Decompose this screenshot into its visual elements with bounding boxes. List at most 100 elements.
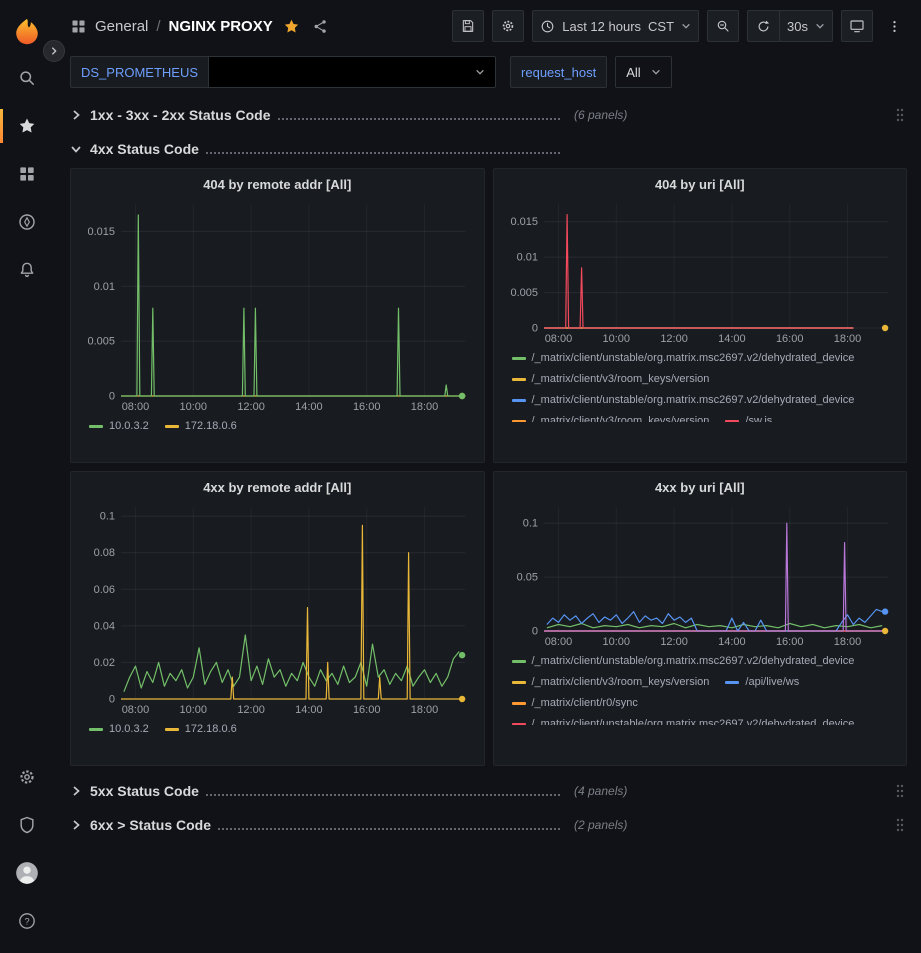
- refresh-dashboard-button[interactable]: [747, 10, 779, 42]
- dashboard-settings-button[interactable]: [492, 10, 524, 42]
- search-icon: [17, 68, 37, 88]
- panel-title[interactable]: 4xx by remote addr [All]: [79, 476, 476, 499]
- svg-text:0.02: 0.02: [94, 657, 115, 669]
- panel-title[interactable]: 404 by remote addr [All]: [79, 173, 476, 196]
- cycle-view-mode-button[interactable]: [841, 10, 873, 42]
- legend-item[interactable]: /api/live/ws: [725, 675, 799, 690]
- sidebar-item-starred[interactable]: [0, 102, 54, 150]
- panel-title[interactable]: 4xx by uri [All]: [502, 476, 899, 499]
- svg-text:0.015: 0.015: [87, 226, 115, 238]
- expand-sidebar-button[interactable]: [43, 40, 65, 62]
- series-color-mark: [512, 660, 526, 663]
- svg-text:0.01: 0.01: [94, 281, 115, 293]
- legend-label: 172.18.0.6: [185, 419, 237, 434]
- legend-item[interactable]: 172.18.0.6: [165, 722, 237, 737]
- timeseries-chart[interactable]: 08:0010:0012:0014:0016:0018:0000.050.1: [502, 499, 898, 649]
- series-color-mark: [512, 399, 526, 402]
- row-drag-handle[interactable]: [893, 781, 907, 801]
- legend-label: /api/live/ws: [745, 675, 799, 690]
- sidebar-item-help[interactable]: ?: [0, 897, 54, 945]
- row-drag-handle[interactable]: [893, 815, 907, 835]
- chevron-right-icon: [70, 785, 82, 797]
- row-header-1xx-3xx-2xx[interactable]: 1xx - 3xx - 2xx Status Code (6 panels): [70, 100, 907, 130]
- breadcrumb-folder[interactable]: General: [95, 18, 148, 35]
- legend-item[interactable]: /_matrix/client/unstable/org.matrix.msc2…: [512, 393, 855, 408]
- row-header-6xx[interactable]: 6xx > Status Code (2 panels): [70, 810, 907, 840]
- more-options-button[interactable]: [881, 10, 907, 42]
- refresh-interval-dropdown[interactable]: 30s: [779, 10, 833, 42]
- sidebar-item-configuration[interactable]: [0, 753, 54, 801]
- variable-value-request-host[interactable]: All: [615, 56, 671, 88]
- legend-item[interactable]: /_matrix/client/v3/room_keys/version: [512, 414, 710, 422]
- breadcrumb-dashboard-title[interactable]: NGINX PROXY: [169, 18, 273, 35]
- svg-text:12:00: 12:00: [660, 636, 688, 648]
- series-color-mark: [725, 420, 739, 422]
- variable-request-host: request_host All: [510, 56, 672, 88]
- svg-text:0.08: 0.08: [94, 547, 115, 559]
- svg-text:0.005: 0.005: [510, 287, 538, 299]
- legend-item[interactable]: /_matrix/client/v3/room_keys/version: [512, 675, 710, 690]
- legend-label: /_matrix/client/unstable/org.matrix.msc2…: [532, 717, 855, 725]
- panel-grid: 404 by remote addr [All] 08:0010:0012:00…: [70, 168, 907, 766]
- legend-item[interactable]: /_matrix/client/unstable/org.matrix.msc2…: [512, 717, 855, 725]
- favorite-star-icon: [283, 18, 300, 35]
- svg-text:12:00: 12:00: [237, 704, 265, 716]
- panel-title[interactable]: 404 by uri [All]: [502, 173, 899, 196]
- time-range-picker[interactable]: Last 12 hours CST: [532, 10, 699, 42]
- variable-label-request-host[interactable]: request_host: [510, 56, 607, 88]
- sidebar-item-explore[interactable]: [0, 198, 54, 246]
- sidebar-item-dashboards[interactable]: [0, 150, 54, 198]
- top-navbar: General / NGINX PROXY: [54, 0, 921, 52]
- series-color-mark: [512, 420, 526, 422]
- save-icon: [460, 18, 476, 34]
- zoom-out-time-button[interactable]: [707, 10, 739, 42]
- variable-ds-prometheus: DS_PROMETHEUS: [70, 56, 496, 88]
- bell-icon: [17, 260, 37, 280]
- sidebar-item-profile[interactable]: [0, 849, 54, 897]
- legend-item[interactable]: /sw.js: [725, 414, 772, 422]
- panel-legend: /_matrix/client/unstable/org.matrix.msc2…: [502, 649, 899, 725]
- series-color-mark: [165, 425, 179, 428]
- legend-item[interactable]: 10.0.3.2: [89, 722, 149, 737]
- svg-text:18:00: 18:00: [833, 333, 861, 345]
- row-header-5xx[interactable]: 5xx Status Code (4 panels): [70, 776, 907, 806]
- svg-text:08:00: 08:00: [544, 636, 572, 648]
- legend-item[interactable]: 172.18.0.6: [165, 419, 237, 434]
- svg-text:16:00: 16:00: [353, 704, 381, 716]
- navbar-actions: Last 12 hours CST: [452, 10, 907, 42]
- row-drag-handle[interactable]: [893, 105, 907, 125]
- legend-item[interactable]: /_matrix/client/unstable/org.matrix.msc2…: [512, 654, 855, 669]
- panel-legend: /_matrix/client/unstable/org.matrix.msc2…: [502, 346, 899, 422]
- legend-item[interactable]: /_matrix/client/unstable/org.matrix.msc2…: [512, 351, 855, 366]
- sidebar-item-search[interactable]: [0, 54, 54, 102]
- svg-text:0.015: 0.015: [510, 216, 538, 228]
- timeseries-chart[interactable]: 08:0010:0012:0014:0016:0018:0000.020.040…: [79, 499, 475, 717]
- help-icon: ?: [17, 911, 37, 931]
- refresh-button-group: 30s: [747, 10, 833, 42]
- svg-text:14:00: 14:00: [718, 636, 746, 648]
- series-color-mark: [512, 357, 526, 360]
- save-dashboard-button[interactable]: [452, 10, 484, 42]
- legend-label: /_matrix/client/unstable/org.matrix.msc2…: [532, 654, 855, 669]
- share-dashboard-button[interactable]: [310, 16, 331, 37]
- timeseries-chart[interactable]: 08:0010:0012:0014:0016:0018:0000.0050.01…: [502, 196, 898, 346]
- row-header-4xx[interactable]: 4xx Status Code: [70, 134, 907, 164]
- variable-label-ds-prometheus[interactable]: DS_PROMETHEUS: [70, 56, 209, 88]
- svg-text:08:00: 08:00: [122, 704, 150, 716]
- dashboard-variables-row: DS_PROMETHEUS request_host All: [54, 52, 921, 92]
- legend-item[interactable]: /_matrix/client/v3/room_keys/version: [512, 372, 710, 387]
- svg-text:16:00: 16:00: [353, 401, 381, 413]
- legend-item[interactable]: 10.0.3.2: [89, 419, 149, 434]
- legend-item[interactable]: /_matrix/client/r0/sync: [512, 696, 638, 711]
- variable-value-ds-prometheus[interactable]: [209, 56, 496, 88]
- svg-text:12:00: 12:00: [237, 401, 265, 413]
- sidebar-item-alerting[interactable]: [0, 246, 54, 294]
- legend-label: /_matrix/client/unstable/org.matrix.msc2…: [532, 393, 855, 408]
- svg-text:0.1: 0.1: [100, 511, 115, 523]
- svg-text:16:00: 16:00: [775, 333, 803, 345]
- timeseries-chart[interactable]: 08:0010:0012:0014:0016:0018:0000.0050.01…: [79, 196, 475, 414]
- favorite-star-button[interactable]: [281, 16, 302, 37]
- panel-404-by-uri: 404 by uri [All] 08:0010:0012:0014:0016:…: [493, 168, 908, 463]
- variable-value-text: All: [626, 65, 640, 80]
- sidebar-item-server-admin[interactable]: [0, 801, 54, 849]
